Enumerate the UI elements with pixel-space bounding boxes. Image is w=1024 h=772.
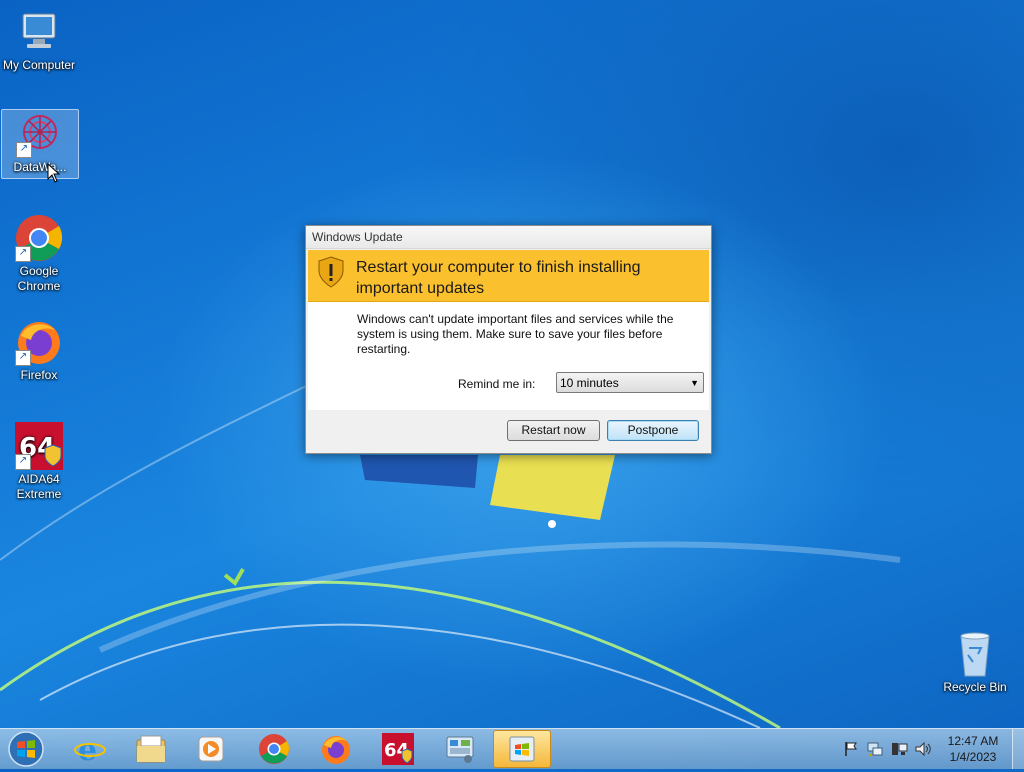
dialog-body: Windows can't update important files and…: [308, 302, 709, 410]
computer-icon: [15, 8, 63, 56]
desktop-icon-label: AIDA64 Extreme: [16, 472, 62, 501]
restart-now-button[interactable]: Restart now: [507, 420, 600, 441]
aida64-icon: 64 ↗: [15, 422, 63, 470]
windows-update-dialog: Windows Update Restart your computer to …: [305, 225, 712, 454]
dialog-message: Windows can't update important files and…: [357, 312, 674, 356]
windows-logo-icon: [8, 731, 44, 767]
chrome-icon: ↗: [15, 214, 63, 262]
start-button[interactable]: [6, 730, 46, 768]
control-panel-icon: [446, 736, 474, 763]
desktop-icon-my-computer[interactable]: My Computer: [1, 8, 77, 73]
show-desktop-button[interactable]: [1012, 729, 1024, 769]
desktop-icon-datawarehouse[interactable]: ↗ DataWa...: [1, 109, 79, 179]
taskbar-media-player[interactable]: [182, 730, 240, 768]
taskbar-firefox[interactable]: [307, 730, 365, 768]
shortcut-arrow-icon: ↗: [15, 350, 31, 366]
taskbar-chrome[interactable]: [245, 730, 303, 768]
desktop-icon-label: Recycle Bin: [943, 680, 1007, 694]
taskbar-file-explorer[interactable]: [122, 730, 180, 768]
desktop-icon-chrome[interactable]: ↗ Google Chrome: [1, 214, 77, 294]
desktop-icon-label: Firefox: [20, 368, 58, 382]
remind-label: Remind me in:: [458, 377, 536, 391]
shield-warning-icon: [318, 256, 344, 288]
windows-update-icon: [509, 736, 535, 762]
desktop-icon-label: DataWa...: [13, 160, 67, 174]
display-icon[interactable]: [890, 740, 908, 758]
dialog-heading: Restart your computer to finish installi…: [356, 259, 641, 297]
chevron-down-icon: ▼: [690, 378, 699, 388]
chrome-icon: [259, 734, 290, 764]
shortcut-arrow-icon: ↗: [15, 246, 31, 262]
clock-date: 1/4/2023: [949, 750, 997, 764]
desktop-icon-label: Google Chrome: [17, 264, 61, 293]
taskbar: e 64 12:47 AM 1/4/2023: [0, 728, 1024, 769]
taskbar-aida64[interactable]: 64: [369, 730, 427, 768]
remind-dropdown-value: 10 minutes: [560, 376, 619, 390]
recycle-bin-icon: [951, 630, 999, 678]
mouse-cursor-icon: [47, 163, 61, 183]
firefox-icon: [322, 736, 350, 764]
desktop-icon-label: My Computer: [2, 58, 76, 72]
postpone-button[interactable]: Postpone: [607, 420, 699, 441]
file-explorer-icon: [136, 735, 166, 763]
taskbar-internet-explorer[interactable]: e: [61, 730, 119, 768]
internet-explorer-icon: e: [74, 733, 106, 765]
dialog-title: Windows Update: [306, 226, 711, 249]
volume-icon[interactable]: [914, 740, 932, 758]
desktop-icon-firefox[interactable]: ↗ Firefox: [1, 318, 77, 383]
dialog-banner: Restart your computer to finish installi…: [308, 250, 709, 302]
network-icon[interactable]: [866, 740, 884, 758]
shortcut-arrow-icon: ↗: [15, 454, 31, 470]
taskbar-clock[interactable]: 12:47 AM 1/4/2023: [936, 733, 1010, 765]
shortcut-arrow-icon: ↗: [16, 142, 32, 158]
aida64-icon: 64: [382, 733, 414, 765]
desktop-icon-aida64[interactable]: 64 ↗ AIDA64 Extreme: [1, 422, 77, 502]
datawarehouse-icon: ↗: [16, 110, 64, 158]
action-center-flag-icon[interactable]: [842, 740, 860, 758]
taskbar-control-panel[interactable]: [431, 730, 489, 768]
clock-time: 12:47 AM: [947, 734, 999, 748]
taskbar-windows-update[interactable]: [493, 730, 551, 768]
firefox-icon: ↗: [15, 318, 63, 366]
remind-dropdown[interactable]: 10 minutes ▼: [556, 372, 704, 393]
svg-text:e: e: [78, 733, 97, 765]
media-player-icon: [198, 736, 224, 762]
desktop-icon-recycle-bin[interactable]: Recycle Bin: [937, 630, 1013, 695]
